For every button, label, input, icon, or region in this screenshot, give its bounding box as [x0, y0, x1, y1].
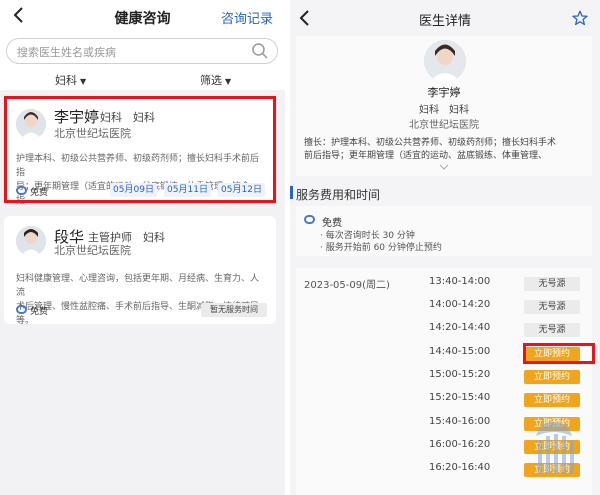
chat-icon	[304, 215, 315, 224]
fee-card: 免费 · 每次咨询时长 30 分钟 · 服务开始前 60 分钟停止预约	[296, 206, 592, 256]
highlight-box	[523, 343, 595, 364]
fee-label: 免费	[322, 218, 342, 229]
caret-down-icon: ▼	[225, 77, 232, 86]
doctor-title: 妇科 妇科	[419, 105, 469, 116]
highlight-box	[4, 96, 276, 203]
header: 医生详情	[290, 0, 600, 36]
slot-time: 14:40-15:00	[429, 346, 491, 357]
book-now-button[interactable]: 立即预约	[524, 393, 580, 407]
desc-line: 擅长：护理本科、初级公共营养师、初级药剂师；擅长妇科手术	[304, 138, 557, 148]
slot-time: 16:00-16:20	[429, 439, 491, 450]
desc-line: 前后指导；更年期管理（适宜的运动、盆底锻练、体重管理、	[304, 151, 548, 161]
doctor-card[interactable]: 段华 主管护师 妇科 北京世纪坛医院 妇科健康管理、心理咨询，包括更年期、月经病…	[4, 216, 276, 326]
search-area: 搜索医生姓名或疾病	[0, 34, 285, 70]
consult-list-screen: 健康咨询 咨询记录 搜索医生姓名或疾病 妇科 ▼ 筛选 ▼ 李宇婷 妇科 妇科 …	[0, 0, 285, 495]
filter-more-label: 筛选	[200, 74, 222, 87]
slot-time: 15:20-15:40	[429, 392, 491, 403]
doctor-hospital: 北京世纪坛医院	[54, 244, 131, 257]
doctor-hospital: 北京世纪坛医院	[409, 120, 479, 131]
page-title: 医生详情	[418, 14, 471, 29]
book-now-button[interactable]: 立即预约	[524, 370, 580, 384]
slot-time: 13:40-14:00	[429, 276, 491, 287]
consult-history-link[interactable]: 咨询记录	[221, 8, 273, 27]
desc-line: 妇科健康管理、心理咨询，包括更年期、月经病、生育力、人流	[16, 274, 260, 298]
doctor-name: 李宇婷	[427, 86, 461, 99]
slot-time: 15:00-15:20	[429, 369, 491, 380]
avatar	[424, 40, 466, 82]
section-title: 服务费用和时间	[296, 188, 381, 202]
chevron-down-icon[interactable]	[439, 164, 449, 170]
chat-icon	[16, 305, 27, 314]
slot-date: 2023-05-09(周二)	[304, 280, 390, 291]
filter-department[interactable]: 妇科 ▼	[55, 72, 86, 88]
filter-bar: 妇科 ▼ 筛选 ▼	[0, 70, 285, 90]
slot-time: 14:20-14:40	[429, 322, 491, 333]
slot-time: 15:40-16:00	[429, 416, 491, 427]
filter-more[interactable]: 筛选 ▼	[200, 72, 231, 88]
no-slot-badge: 无号源	[524, 323, 580, 337]
filter-department-label: 妇科	[55, 74, 77, 87]
search-input[interactable]: 搜索医生姓名或疾病	[6, 38, 278, 64]
status-badge: 暂无服务时间	[201, 303, 267, 317]
caret-down-icon: ▼	[80, 77, 87, 86]
slot-time: 16:20-16:40	[429, 462, 491, 473]
section-accent-bar	[290, 186, 293, 199]
doctor-description: 擅长：护理本科、初级公共营养师、初级药剂师；擅长妇科手术 前后指导；更年期管理（…	[304, 137, 584, 163]
no-slot-badge: 无号源	[524, 277, 580, 291]
star-icon[interactable]	[572, 10, 588, 26]
doctor-profile-card: 李宇婷 妇科 妇科 北京世纪坛医院 擅长：护理本科、初级公共营养师、初级药剂师；…	[296, 36, 592, 176]
search-icon[interactable]	[251, 42, 269, 60]
slot-time: 14:00-14:20	[429, 299, 491, 310]
no-slot-badge: 无号源	[524, 300, 580, 314]
search-placeholder: 搜索医生姓名或疾病	[17, 46, 116, 59]
watermark-logo-icon	[536, 422, 574, 474]
fee-label: 免费	[30, 307, 49, 317]
avatar	[16, 226, 46, 256]
doctor-description: 妇科健康管理、心理咨询，包括更年期、月经病、生育力、人流 术后管理、慢性盆腔痛、…	[16, 272, 266, 328]
header: 健康咨询 咨询记录	[0, 0, 285, 34]
fee-note: · 服务开始前 60 分钟停止预约	[320, 243, 442, 253]
